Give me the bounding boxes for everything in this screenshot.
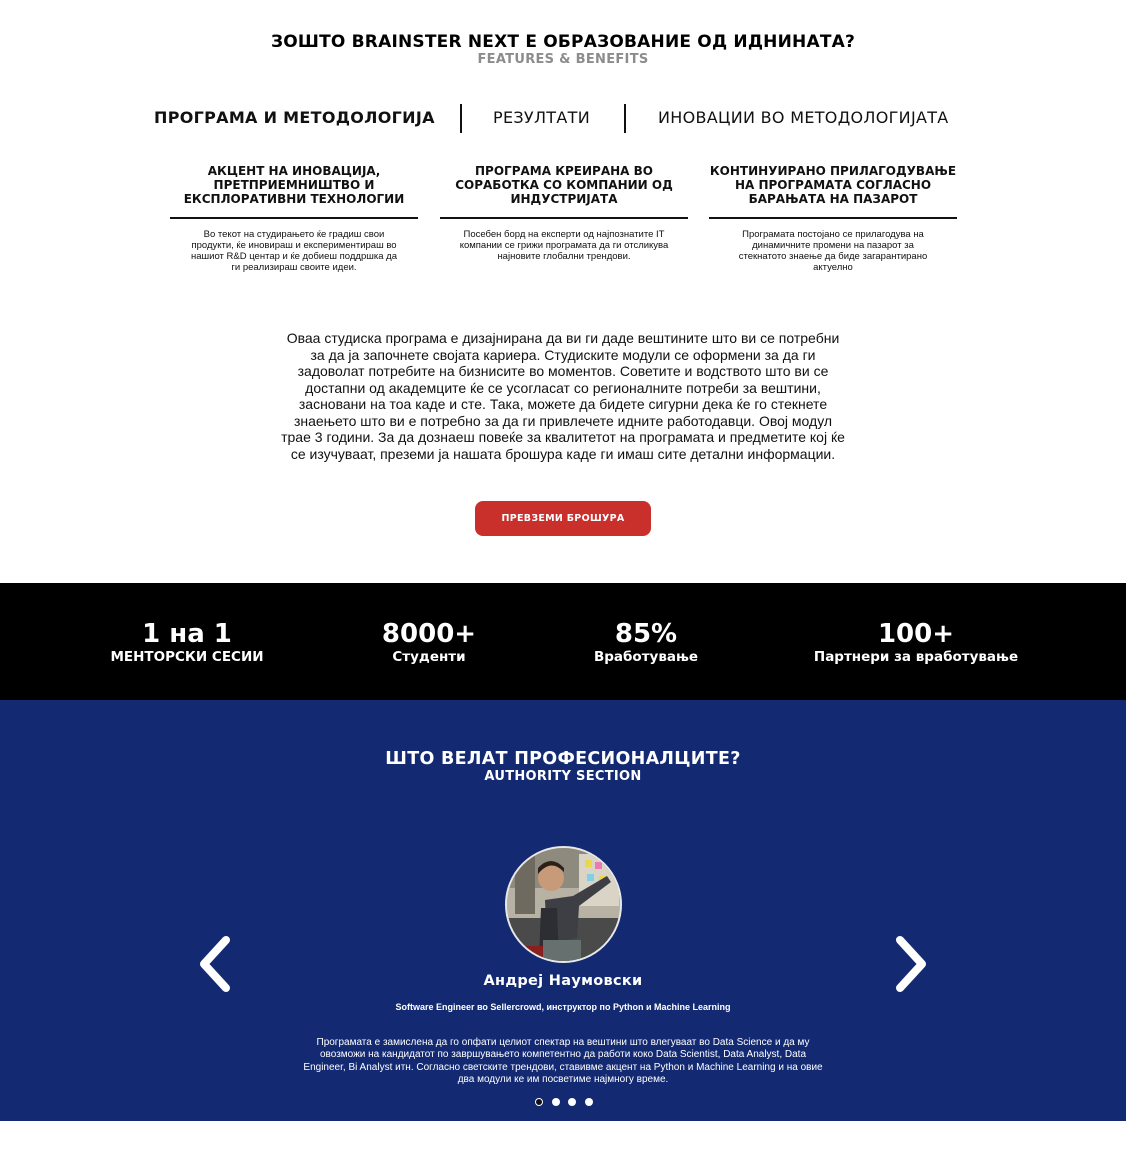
feature-text: Посебен борд на експерти од најпознатите… (459, 229, 669, 262)
carousel-dot[interactable] (551, 1098, 560, 1106)
stat-label: МЕНТОРСКИ СЕСИИ (110, 649, 264, 665)
tab-methodology-innovations[interactable]: ИНОВАЦИИ ВО МЕТОДОЛОГИЈАТА (658, 108, 949, 127)
stat-label: Партнери за вработување (813, 649, 1019, 665)
carousel-dot[interactable] (584, 1098, 593, 1106)
program-description: Оваа студиска програма е дизајнирана да … (281, 330, 845, 462)
stat-value: 8000+ (381, 619, 477, 649)
carousel-dot[interactable] (535, 1098, 543, 1106)
testimonial-quote: Програмата е замислена да го опфати цели… (303, 1037, 823, 1085)
download-brochure-button[interactable]: ПРЕВЗЕМИ БРОШУРА (475, 501, 651, 536)
feature-card: АКЦЕНТ НА ИНОВАЦИЈА, ПРЕТПРИЕМНИШТВО И Е… (170, 164, 418, 273)
testimonial-section: ШТО ВЕЛАТ ПРОФЕСИОНАЛЦИТЕ? AUTHORITY SEC… (0, 700, 1126, 1121)
stat-label: Студенти (392, 649, 466, 665)
carousel-pagination (535, 1098, 593, 1108)
feature-title: КОНТИНУИРАНО ПРИЛАГОДУВАЊЕ НА ПРОГРАМАТА… (709, 164, 957, 206)
tab-divider (624, 104, 626, 133)
stat-students: 8000+ Студенти (369, 619, 489, 665)
stat-value: 85% (614, 619, 678, 649)
stat-partners: 100+ Партнери за вработување (808, 619, 1024, 665)
feature-text: Во текот на студирањето ќе градиш свои п… (190, 229, 397, 273)
feature-text: Програмата постојано се прилагодува на д… (738, 229, 928, 273)
stats-bar: 1 на 1 МЕНТОРСКИ СЕСИИ 8000+ Студенти 85… (0, 583, 1126, 700)
carousel-dot[interactable] (568, 1098, 577, 1106)
feature-divider (709, 217, 957, 219)
section-title: ЗОШТО BRAINSTER NEXT Е ОБРАЗОВАНИЕ ОД ИД… (270, 32, 856, 52)
feature-divider (440, 217, 688, 219)
feature-title: АКЦЕНТ НА ИНОВАЦИЈА, ПРЕТПРИЕМНИШТВО И Е… (183, 164, 405, 206)
feature-card: ПРОГРАМА КРЕИРАНА ВО СОРАБОТКА СО КОМПАН… (440, 164, 688, 262)
section-subtitle: FEATURES & BENEFITS (477, 52, 649, 67)
avatar-photo (507, 848, 620, 961)
feature-title: ПРОГРАМА КРЕИРАНА ВО СОРАБОТКА СО КОМПАН… (455, 164, 673, 206)
feature-card: КОНТИНУИРАНО ПРИЛАГОДУВАЊЕ НА ПРОГРАМАТА… (709, 164, 957, 273)
tab-results[interactable]: РЕЗУЛТАТИ (493, 108, 590, 127)
stat-value: 100+ (877, 619, 955, 649)
testimonial-title: ШТО ВЕЛАТ ПРОФЕСИОНАЛЦИТЕ? (385, 749, 741, 769)
avatar (505, 846, 622, 963)
stat-mentoring: 1 на 1 МЕНТОРСКИ СЕСИИ (108, 619, 266, 665)
stat-employment: 85% Вработување (586, 619, 706, 665)
tab-divider (460, 104, 462, 133)
stat-value: 1 на 1 (142, 619, 232, 649)
testimonial-role: Software Engineer во Sellercrowd, инстру… (395, 1002, 731, 1012)
stat-label: Вработување (593, 649, 699, 665)
testimonial-subtitle: AUTHORITY SECTION (484, 769, 642, 784)
feature-divider (170, 217, 418, 219)
testimonial-name: Андреј Наумовски (483, 973, 643, 989)
tab-program-methodology[interactable]: ПРОГРАМА И МЕТОДОЛОГИЈА (154, 108, 435, 127)
tab-bar: ПРОГРАМА И МЕТОДОЛОГИЈА РЕЗУЛТАТИ ИНОВАЦ… (0, 104, 1126, 134)
